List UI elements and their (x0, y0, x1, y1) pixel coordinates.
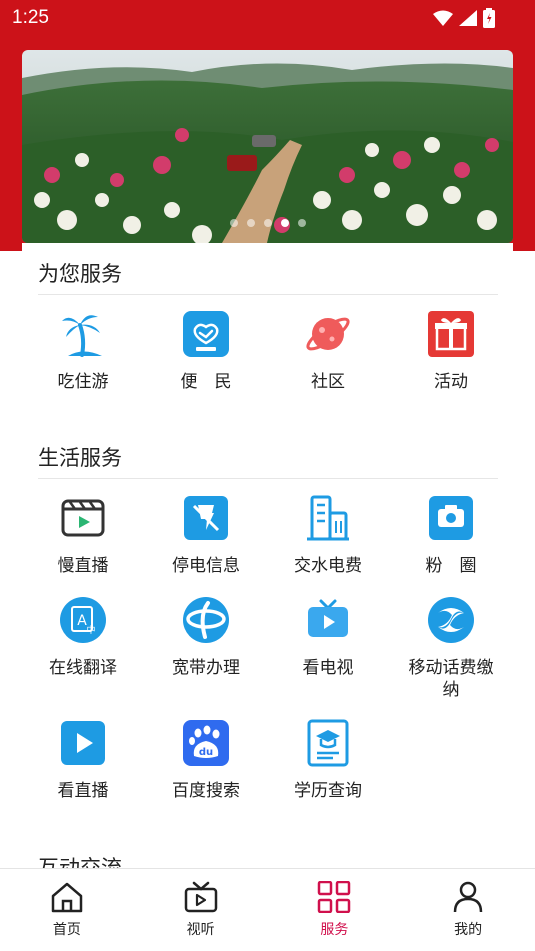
svg-text:du: du (199, 747, 213, 758)
life-item-fan-circle[interactable]: 粉 圈 (390, 493, 512, 577)
life-item-broadband[interactable]: 宽带办理 (145, 595, 267, 679)
tab-service[interactable]: 服务 (268, 869, 402, 951)
life-item-watch-tv[interactable]: 看电视 (267, 595, 389, 679)
carousel-dot[interactable] (280, 219, 289, 227)
tab-label: 视听 (186, 922, 215, 938)
user-icon (453, 881, 483, 913)
section-divider (38, 478, 498, 479)
tab-media[interactable]: 视听 (134, 869, 268, 951)
life-item-utility-bills[interactable]: 交水电费 (267, 493, 389, 577)
cell-signal-icon (459, 10, 477, 26)
media-icon (184, 881, 217, 913)
carousel-indicator (22, 219, 513, 227)
life-item-label: 看直播 (57, 781, 109, 801)
tab-label: 首页 (52, 922, 81, 938)
life-item-label: 学历查询 (294, 781, 362, 801)
service-item-label: 吃住游 (57, 372, 109, 392)
life-item-label: 百度搜索 (172, 781, 240, 801)
video-clapper-icon (61, 499, 105, 537)
section-title-life: 生活服务 (38, 446, 122, 470)
power-off-icon (184, 496, 228, 540)
life-item-label: 慢直播 (57, 556, 109, 576)
life-item-mobile-bill[interactable]: 移动话费缴纳 (390, 595, 512, 701)
live-play-icon (61, 721, 105, 765)
life-item-label: 交水电费 (294, 556, 362, 576)
gift-icon (428, 311, 474, 357)
carousel-dot[interactable] (263, 219, 272, 227)
app-screen: 1:25 为您服务 吃住游 便 民 社区 活动 生活服务 慢直播 停电信息 交水… (0, 0, 535, 951)
banner-carousel[interactable] (22, 50, 513, 243)
battery-icon (483, 8, 495, 28)
service-item-community[interactable]: 社区 (267, 309, 389, 393)
service-item-label: 活动 (434, 372, 468, 392)
life-item-slow-live[interactable]: 慢直播 (22, 493, 144, 577)
carousel-dot[interactable] (229, 219, 238, 227)
grid-icon (318, 881, 351, 913)
carousel-dot[interactable] (297, 219, 306, 227)
planet-icon (306, 317, 350, 351)
svg-text:中: 中 (86, 624, 95, 636)
graduation-cap-icon (307, 719, 349, 767)
carousel-dot[interactable] (246, 219, 255, 227)
life-item-label: 看电视 (302, 658, 354, 678)
life-item-education-query[interactable]: 学历查询 (267, 718, 389, 802)
section-title-service: 为您服务 (38, 262, 122, 286)
life-item-label: 粉 圈 (425, 556, 477, 576)
service-item-label: 社区 (311, 372, 345, 392)
life-item-power-outage[interactable]: 停电信息 (145, 493, 267, 577)
tab-label: 服务 (320, 922, 349, 938)
tv-icon (308, 599, 348, 637)
camera-icon (429, 496, 473, 540)
life-item-baidu-search[interactable]: du 百度搜索 (145, 718, 267, 802)
section-divider (38, 294, 498, 295)
handshake-icon (183, 311, 229, 357)
tab-label: 我的 (454, 922, 483, 938)
life-item-watch-live[interactable]: 看直播 (22, 718, 144, 802)
life-item-label: 在线翻译 (49, 658, 117, 678)
banner-image (22, 50, 513, 243)
status-bar: 1:25 (0, 0, 535, 36)
service-item-activity[interactable]: 活动 (390, 309, 512, 393)
translate-icon: A 中 (60, 597, 106, 643)
building-icon (307, 495, 349, 541)
status-time: 1:25 (12, 7, 49, 28)
life-item-label: 移动话费缴纳 (408, 658, 494, 700)
home-icon (51, 882, 83, 913)
life-item-label: 停电信息 (172, 556, 240, 576)
telecom-icon (183, 597, 229, 643)
service-item-convenience[interactable]: 便 民 (145, 309, 267, 393)
life-item-label: 宽带办理 (172, 658, 240, 678)
baidu-icon: du (183, 720, 229, 766)
life-item-translate[interactable]: A 中 在线翻译 (22, 595, 144, 679)
service-item-food-travel[interactable]: 吃住游 (22, 309, 144, 393)
service-item-label: 便 民 (180, 372, 232, 392)
tab-home[interactable]: 首页 (0, 869, 134, 951)
wifi-icon (433, 10, 453, 26)
palm-tree-icon (62, 315, 102, 357)
bottom-tab-bar: 首页 视听 服务 我的 (0, 868, 535, 951)
china-mobile-icon (428, 597, 474, 643)
tab-mine[interactable]: 我的 (401, 869, 535, 951)
